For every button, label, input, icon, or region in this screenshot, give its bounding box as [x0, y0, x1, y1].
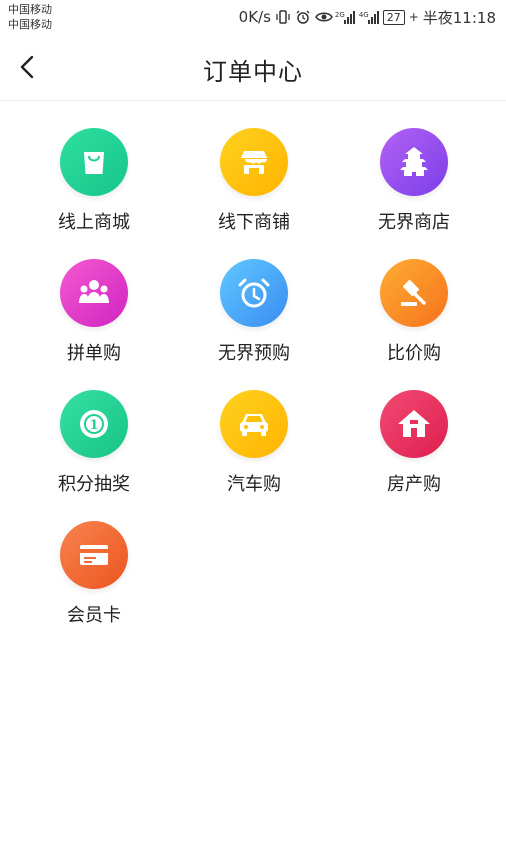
category-icon-circle	[220, 259, 288, 327]
category-label: 比价购	[387, 343, 441, 364]
category-icon-circle	[380, 128, 448, 196]
gavel-icon	[401, 279, 426, 306]
category-price-compare[interactable]: 比价购	[334, 259, 494, 368]
category-icon-circle: 1	[60, 390, 128, 458]
category-label: 房产购	[387, 474, 441, 495]
alarm-clock-icon	[238, 278, 270, 308]
carrier-name-2: 中国移动	[8, 18, 52, 31]
page-title: 订单中心	[203, 58, 303, 86]
eye-comfort-icon	[315, 10, 333, 24]
signal-2-icon: 4G	[359, 10, 379, 24]
category-icon-circle	[380, 259, 448, 327]
category-points-lottery[interactable]: 1 积分抽奖	[14, 390, 174, 499]
clock: 半夜11:18	[422, 8, 496, 27]
network-speed: 0K/s	[238, 8, 271, 26]
category-label: 积分抽奖	[58, 474, 130, 495]
category-borderless-shop[interactable]: 无界商店	[334, 128, 494, 237]
alarm-icon	[295, 10, 311, 24]
category-member-card[interactable]: 会员卡	[14, 521, 174, 630]
status-icons: 0K/s 2G 4G 27 + 半夜11:18	[239, 6, 496, 28]
category-label: 汽车购	[227, 474, 281, 495]
category-icon-circle	[60, 259, 128, 327]
nav-bar: 订单中心	[0, 34, 506, 101]
category-borderless-presale[interactable]: 无界预购	[174, 259, 334, 368]
category-property-buy[interactable]: 房产购	[334, 390, 494, 499]
category-label: 无界商店	[378, 212, 450, 233]
svg-text:1: 1	[89, 418, 98, 433]
category-group-buy[interactable]: 拼单购	[14, 259, 174, 368]
battery-icon: 27	[382, 9, 405, 25]
carrier-name-1: 中国移动	[8, 3, 52, 16]
category-label: 线上商城	[58, 212, 130, 233]
category-icon-circle	[220, 128, 288, 196]
category-grid: 线上商城 线下商铺 无界商店 拼单购 无界预购 比价购 1 积分抽奖 汽车购 房…	[14, 128, 494, 630]
vibrate-icon	[275, 10, 291, 24]
category-online-mall[interactable]: 线上商城	[14, 128, 174, 237]
category-icon-circle	[380, 390, 448, 458]
pagoda-icon	[400, 147, 428, 176]
category-car-buy[interactable]: 汽车购	[174, 390, 334, 499]
status-bar: 中国移动 中国移动 0K/s 2G 4G 27 + 半夜11:18	[0, 0, 506, 34]
signal-1-icon: 2G	[335, 10, 355, 24]
category-label: 拼单购	[67, 343, 121, 364]
charging-icon: +	[408, 10, 419, 24]
storefront-icon	[241, 151, 267, 174]
network-type-1: 2G	[334, 11, 345, 19]
category-icon-circle	[220, 390, 288, 458]
shopping-bag-icon	[84, 152, 104, 174]
house-icon	[398, 410, 430, 437]
category-icon-circle	[60, 128, 128, 196]
category-label: 线下商铺	[218, 212, 290, 233]
category-label: 无界预购	[218, 343, 290, 364]
card-icon	[80, 545, 108, 565]
car-icon	[240, 414, 268, 436]
category-offline-store[interactable]: 线下商铺	[174, 128, 334, 237]
category-label: 会员卡	[67, 605, 121, 626]
network-type-2: 4G	[358, 11, 369, 19]
medal-coin-icon: 1	[80, 410, 108, 438]
category-icon-circle	[60, 521, 128, 589]
group-people-icon	[79, 280, 109, 303]
